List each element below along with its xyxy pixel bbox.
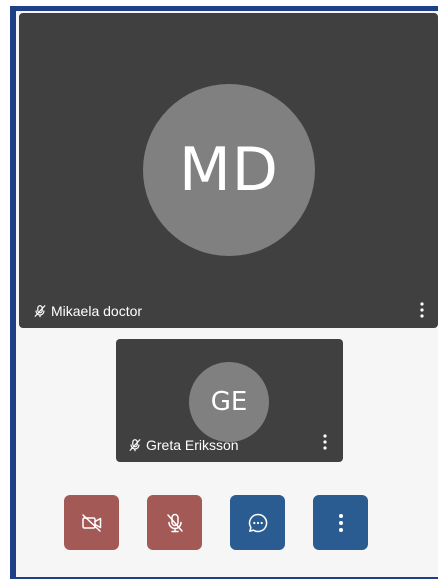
participant-options-button[interactable] — [317, 432, 333, 452]
participant-tile-secondary[interactable]: GE Greta Eriksson — [116, 339, 343, 462]
participant-name: Greta Eriksson — [146, 437, 239, 453]
mic-muted-icon — [34, 305, 46, 318]
toggle-microphone-button[interactable] — [147, 495, 202, 550]
participant-avatar: GE — [189, 362, 269, 442]
window-left-border — [10, 6, 16, 579]
mic-off-icon — [166, 513, 183, 532]
more-vertical-icon — [338, 513, 343, 532]
call-controls — [64, 495, 368, 550]
participant-tile-main[interactable]: MD Mikaela doctor — [19, 13, 438, 328]
participant-avatar: MD — [143, 84, 315, 256]
more-options-button[interactable] — [313, 495, 368, 550]
camera-off-icon — [81, 513, 101, 532]
toggle-camera-button[interactable] — [64, 495, 119, 550]
chat-button[interactable] — [230, 495, 285, 550]
mic-muted-icon — [129, 439, 141, 452]
video-call-window: MD Mikaela doctor GE Greta Eriksson — [0, 0, 438, 579]
participant-options-button[interactable] — [414, 300, 430, 320]
more-vertical-icon — [420, 302, 424, 318]
participant-initials: GE — [210, 387, 248, 417]
participant-name: Mikaela doctor — [51, 303, 143, 319]
participant-name-label: Mikaela doctor — [33, 303, 142, 319]
window-top-border — [10, 6, 438, 11]
participant-name-label: Greta Eriksson — [128, 437, 239, 453]
more-vertical-icon — [323, 434, 327, 450]
participant-initials: MD — [179, 135, 279, 205]
chat-bubble-icon — [248, 513, 267, 532]
